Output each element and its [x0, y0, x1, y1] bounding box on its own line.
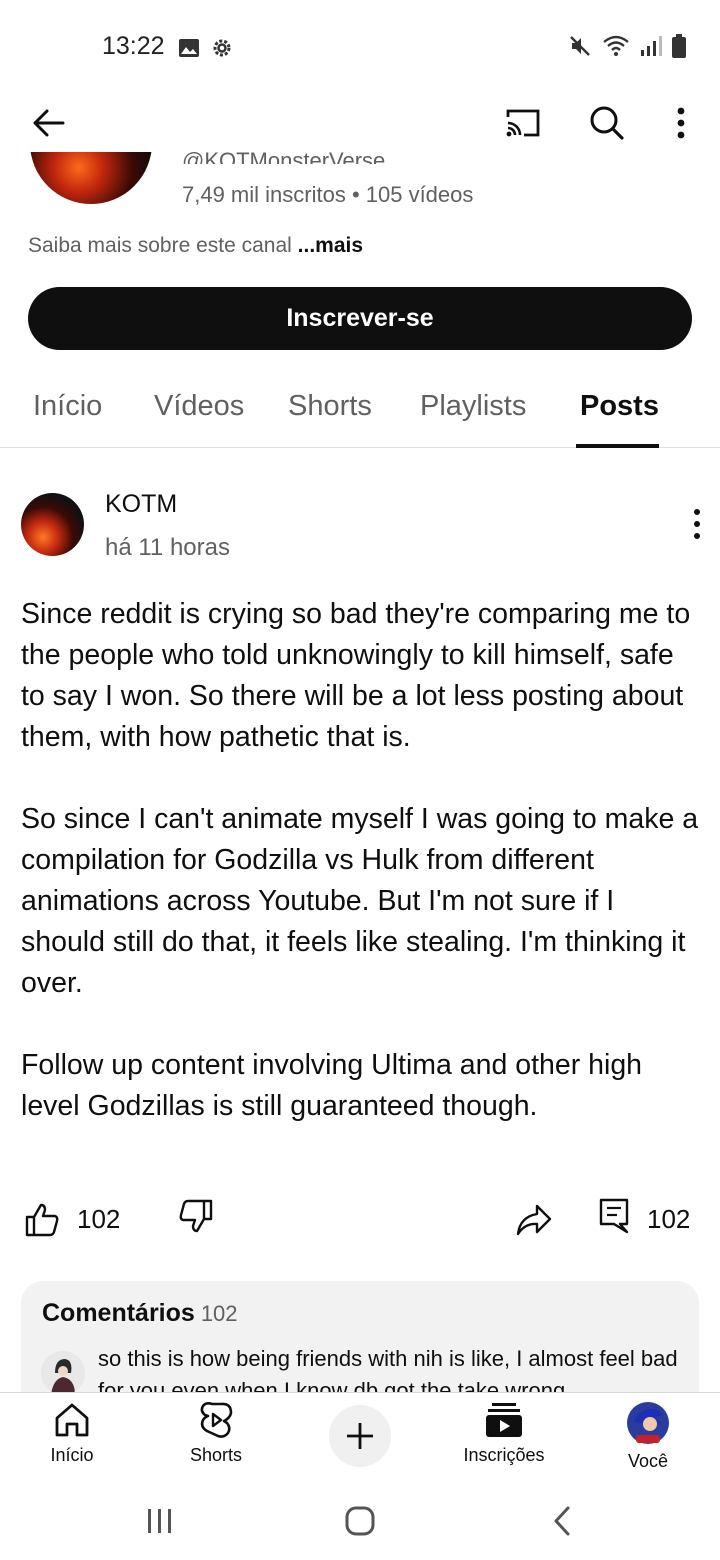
tab-posts[interactable]: Posts [580, 390, 659, 423]
tab-videos[interactable]: Vídeos [154, 390, 244, 423]
post-menu-button[interactable] [692, 508, 702, 545]
dislike-button[interactable] [176, 1196, 216, 1236]
status-time: 13:22 [102, 32, 165, 60]
status-bar: 13:22 [0, 0, 720, 90]
nav-you[interactable]: Você [588, 1401, 708, 1472]
post-timestamp: há 11 horas [105, 534, 230, 561]
tab-home[interactable]: Início [33, 390, 102, 423]
commenter-avatar[interactable] [41, 1351, 85, 1395]
post-paragraph: So since I can't animate myself I was go… [21, 803, 699, 999]
share-button[interactable] [514, 1200, 554, 1240]
comments-count: 102 [200, 1301, 238, 1326]
system-navigation-bar [0, 1484, 720, 1560]
nav-you-label: Você [627, 1451, 669, 1471]
like-button[interactable] [22, 1200, 62, 1240]
chevron-left-icon [554, 1506, 570, 1536]
comment-button[interactable] [594, 1196, 634, 1236]
system-back-button[interactable] [532, 1496, 592, 1546]
subscriptions-icon [486, 1403, 522, 1437]
post-paragraph: Since reddit is crying so bad they're co… [21, 598, 691, 753]
top-app-bar [0, 90, 720, 152]
post-author-name[interactable]: KOTM [105, 490, 177, 519]
more-options-button[interactable] [660, 96, 702, 150]
nav-subscriptions[interactable]: Inscrições [444, 1401, 564, 1466]
channel-avatar[interactable] [30, 152, 152, 204]
nav-subscriptions-label: Inscrições [463, 1445, 545, 1465]
nav-shorts[interactable]: Shorts [156, 1401, 276, 1466]
nav-home[interactable]: Início [12, 1401, 132, 1466]
cast-icon [506, 109, 540, 137]
signal-icon [641, 36, 662, 56]
comment-count: 102 [647, 1204, 691, 1234]
channel-handle: @KOTMonsterVerse [182, 152, 385, 164]
recent-apps-button[interactable] [130, 1496, 190, 1546]
plus-icon [347, 1423, 373, 1449]
cast-button[interactable] [496, 96, 550, 150]
post-body: Since reddit is crying so bad they're co… [21, 594, 701, 1168]
post-author-avatar[interactable] [21, 493, 84, 556]
channel-about-text: Saiba mais sobre este canal [28, 234, 292, 257]
post-paragraph: Follow up content involving Ultima and o… [21, 1049, 643, 1122]
share-icon [516, 1204, 552, 1236]
comments-header: Comentários 102 [42, 1299, 238, 1328]
recent-apps-icon [148, 1509, 171, 1533]
subscribe-button[interactable]: Inscrever-se [28, 287, 692, 350]
settings-gear-icon [213, 39, 231, 57]
back-button[interactable] [22, 96, 76, 150]
home-system-button[interactable] [330, 1496, 390, 1546]
tab-shorts[interactable]: Shorts [288, 390, 372, 423]
more-link[interactable]: ...mais [298, 234, 363, 257]
more-vertical-icon [677, 107, 685, 139]
home-icon [55, 1403, 89, 1437]
post-actions: 102 102 [0, 1194, 720, 1244]
bottom-navigation: Início Shorts Inscrições Você [0, 1392, 720, 1484]
channel-stats: 7,49 mil inscritos • 105 vídeos [182, 182, 474, 207]
battery-icon [672, 34, 686, 58]
wifi-icon [603, 35, 629, 56]
commenter-avatar-image [41, 1351, 85, 1395]
nav-home-label: Início [50, 1445, 94, 1465]
home-circle-icon [345, 1506, 375, 1536]
thumbs-up-icon [25, 1203, 59, 1237]
active-tab-indicator [576, 444, 659, 448]
mute-icon [570, 36, 590, 56]
more-vertical-icon [694, 509, 700, 539]
back-arrow-icon [33, 109, 65, 137]
tab-playlists[interactable]: Playlists [420, 390, 526, 423]
nav-shorts-label: Shorts [189, 1445, 243, 1465]
gallery-icon [179, 39, 199, 57]
create-button[interactable] [329, 1405, 391, 1467]
thumbs-down-icon [179, 1199, 213, 1233]
comment-icon [599, 1198, 629, 1234]
profile-avatar-icon [627, 1402, 669, 1444]
search-icon [590, 106, 624, 140]
comments-title: Comentários [42, 1299, 195, 1327]
search-button[interactable] [580, 96, 634, 150]
channel-header: @KOTMonsterVerse 7,49 mil inscritos • 10… [0, 152, 720, 272]
channel-about-link[interactable]: Saiba mais sobre este canal ...mais [28, 234, 363, 258]
like-count: 102 [77, 1204, 121, 1234]
shorts-icon [200, 1402, 233, 1438]
channel-tabs: Início Vídeos Shorts Playlists Posts [0, 370, 720, 448]
